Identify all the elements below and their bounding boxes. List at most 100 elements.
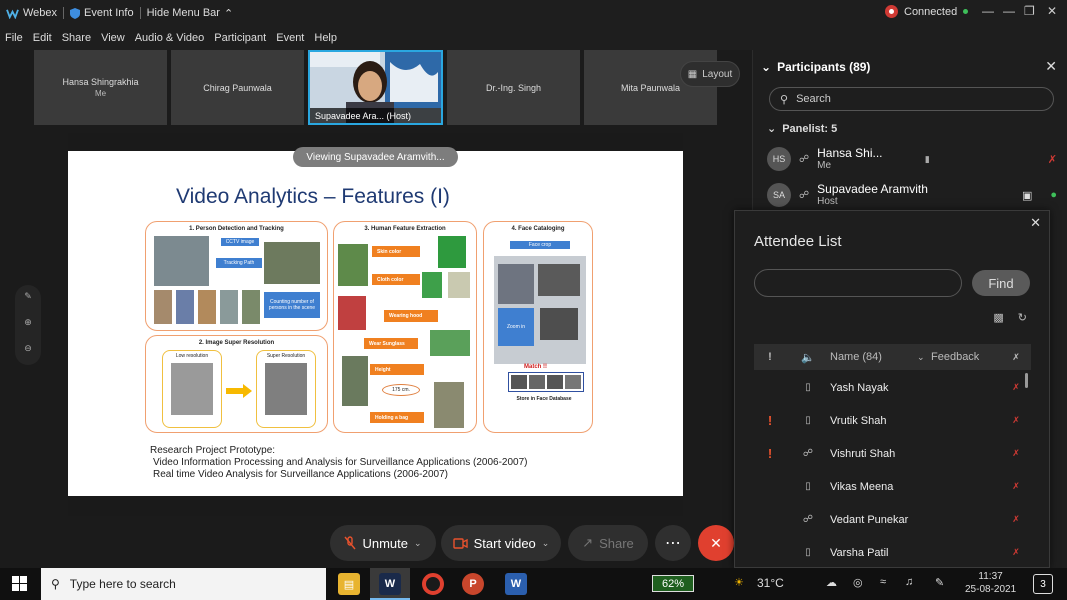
panelist-section-header[interactable]: ⌄ Panelist: 5 xyxy=(767,122,838,136)
attendee-search-input[interactable] xyxy=(754,269,962,297)
attendee-name: Vrutik Shah xyxy=(830,414,887,427)
cloth-color-tag: Cloth color xyxy=(372,274,420,285)
zoom-in-icon[interactable]: ⊕ xyxy=(21,317,35,331)
person-image xyxy=(338,244,368,286)
attendee-row[interactable]: ▯ Varsha Patil ✗ xyxy=(754,536,1031,569)
chevron-down-icon[interactable]: ⌄ xyxy=(414,538,422,549)
alert-column-icon[interactable]: ! xyxy=(754,351,786,363)
taskbar-clock[interactable]: 11:37 25-08-2021 xyxy=(965,570,1016,596)
headset-icon: ☍ xyxy=(802,448,814,459)
panelist-row[interactable]: SA ☍ Supavadee Aramvith Host ▣ ● xyxy=(767,182,1057,208)
chrome-icon[interactable] xyxy=(422,573,444,595)
video-thumb-host[interactable]: Supavadee Ara... (Host) xyxy=(308,50,443,125)
panelist-name: Supavadee Aramvith xyxy=(817,182,928,196)
menu-view[interactable]: View xyxy=(96,32,130,44)
cloud-icon[interactable]: ☁ xyxy=(826,576,837,589)
mic-column-icon[interactable]: ✗ xyxy=(1001,352,1031,363)
battery-indicator[interactable]: 62% xyxy=(652,575,694,592)
refresh-icon[interactable]: ↻ xyxy=(1018,311,1027,324)
attendee-row[interactable]: ! ▯ Vrutik Shah ✗ xyxy=(754,404,1031,437)
close-window-icon[interactable]: ✕ xyxy=(1047,4,1057,18)
maximize-icon[interactable]: ❐ xyxy=(1024,4,1035,18)
attendee-row[interactable]: ☍ Vedant Punekar ✗ xyxy=(754,503,1031,536)
file-explorer-icon[interactable]: ▤ xyxy=(338,573,360,595)
wifi-icon[interactable]: ≈ xyxy=(880,576,886,588)
connection-status[interactable]: Connected xyxy=(885,5,969,18)
menu-edit[interactable]: Edit xyxy=(28,32,57,44)
video-thumb-participant[interactable]: Chirag Paunwala xyxy=(171,50,304,125)
attendee-scrollbar[interactable] xyxy=(1025,373,1028,388)
headset-icon: ☍ xyxy=(799,153,810,165)
webex-app-icon[interactable]: W xyxy=(379,573,401,595)
find-button[interactable]: Find xyxy=(972,270,1030,296)
microphone-icon[interactable]: ◎ xyxy=(853,576,863,589)
menu-help[interactable]: Help xyxy=(309,32,342,44)
phone-icon: ▯ xyxy=(805,547,811,558)
participants-header[interactable]: ⌄ Participants (89) xyxy=(761,60,870,74)
powerpoint-icon[interactable]: P xyxy=(462,573,484,595)
counting-tag: Counting number of persons in the scene xyxy=(264,292,320,318)
chevron-down-icon[interactable]: ⌄ xyxy=(542,538,550,549)
close-panel-icon[interactable]: ✕ xyxy=(1045,58,1057,75)
panelist-role: Me xyxy=(817,160,832,171)
menu-audio-video[interactable]: Audio & Video xyxy=(130,32,210,44)
weather-icon[interactable]: ☀ xyxy=(734,576,744,589)
taskbar-search-input[interactable]: ⚲ Type here to search xyxy=(41,568,326,600)
thumb-name: Hansa Shingrakhia xyxy=(62,77,139,87)
video-icon: ▣ xyxy=(1021,189,1033,202)
thumb-me-label: Me xyxy=(94,89,107,98)
hide-menu-bar-button[interactable]: Hide Menu Bar ⌃ xyxy=(141,7,240,20)
layout-button[interactable]: ▦ Layout xyxy=(680,61,740,87)
panelist-row[interactable]: HS ☍ Hansa Shi... Me ▮ ✗ xyxy=(767,146,1057,172)
chevron-down-icon: ⌄ xyxy=(761,60,772,74)
menu-share[interactable]: Share xyxy=(57,32,96,44)
participant-search-input[interactable]: ⚲ Search xyxy=(769,87,1054,111)
notification-button[interactable]: 3 xyxy=(1033,574,1053,594)
notification-count: 3 xyxy=(1040,578,1046,590)
connection-label: Connected xyxy=(904,5,958,18)
menu-event[interactable]: Event xyxy=(271,32,309,44)
unmute-button[interactable]: Unmute ⌄ xyxy=(330,525,436,561)
panelist-count: Panelist: 5 xyxy=(782,122,838,135)
layout-grid-icon: ▦ xyxy=(687,68,698,80)
cloth-sample-image xyxy=(422,272,442,298)
more-options-button[interactable]: ⋯ xyxy=(655,525,691,561)
attendee-row[interactable]: ▯ Yash Nayak ✗ xyxy=(754,371,1031,404)
mic-muted-icon: ✗ xyxy=(1012,547,1020,557)
volume-icon[interactable]: ♫ xyxy=(905,576,913,588)
feature-box-human-features: 3. Human Feature Extraction Skin color C… xyxy=(333,221,477,433)
word-icon[interactable]: W xyxy=(505,573,527,595)
minimize-icon[interactable]: — xyxy=(1003,4,1015,18)
attendee-list-title: Attendee List xyxy=(754,233,842,250)
weather-temp[interactable]: 31°C xyxy=(757,576,784,590)
start-video-button[interactable]: Start video ⌄ xyxy=(441,525,561,561)
attendee-row[interactable]: ▯ Vikas Meena ✗ xyxy=(754,470,1031,503)
headset-icon: ☍ xyxy=(799,189,810,201)
menu-participant[interactable]: Participant xyxy=(209,32,271,44)
mic-muted-icon: ✗ xyxy=(1012,448,1020,458)
windows-start-icon[interactable] xyxy=(12,576,27,591)
audio-column-icon[interactable]: 🔈 xyxy=(786,351,830,364)
export-icon[interactable]: ▩ xyxy=(993,311,1003,324)
video-thumb-self[interactable]: Hansa Shingrakhia Me xyxy=(34,50,167,125)
share-button[interactable]: ↗ Share xyxy=(568,525,648,561)
share-icon: ↗ xyxy=(582,535,594,550)
pen-icon[interactable]: ✎ xyxy=(935,576,944,589)
close-icon: ✕ xyxy=(710,534,722,551)
close-dialog-icon[interactable]: ✕ xyxy=(1030,215,1041,231)
annotate-pen-icon[interactable]: ✎ xyxy=(21,291,35,305)
leave-meeting-button[interactable]: ✕ xyxy=(698,525,734,561)
chevron-down-icon[interactable]: ⌄ xyxy=(917,352,931,363)
video-thumb-participant[interactable]: Dr.-Ing. Singh xyxy=(447,50,580,125)
mic-muted-icon: ✗ xyxy=(1047,153,1057,166)
restore-window-icon[interactable]: — xyxy=(982,4,994,18)
feedback-column-header[interactable]: Feedback xyxy=(931,351,1001,363)
attendee-row[interactable]: ! ☍ Vishruti Shah ✗ xyxy=(754,437,1031,470)
name-column-header[interactable]: Name (84) xyxy=(830,351,917,363)
person-image xyxy=(242,290,260,324)
menu-file[interactable]: File xyxy=(0,32,28,44)
zoom-out-icon[interactable]: ⊖ xyxy=(21,343,35,357)
event-info-button[interactable]: Event Info xyxy=(64,7,140,19)
shared-slide: Video Analytics – Features (I) 1. Person… xyxy=(68,151,683,496)
box-title: 1. Person Detection and Tracking xyxy=(189,226,284,232)
